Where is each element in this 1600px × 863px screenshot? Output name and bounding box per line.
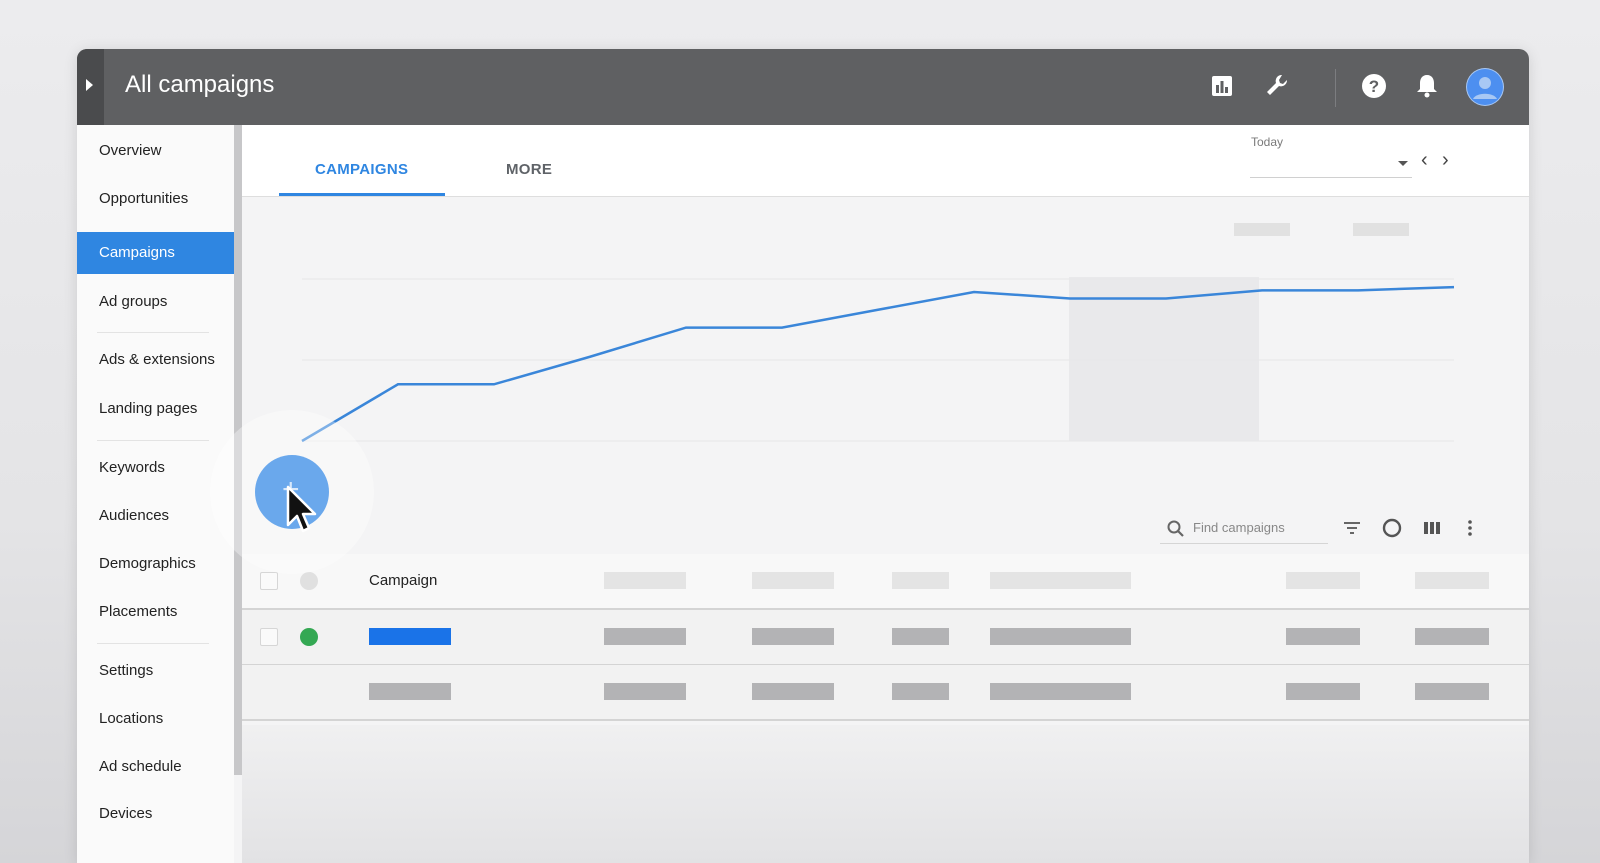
chart-series-line [301, 285, 1455, 443]
page-title: All campaigns [125, 71, 275, 98]
row-checkbox[interactable] [260, 628, 278, 646]
next-period-button[interactable]: › [1442, 149, 1449, 172]
column-header-placeholder[interactable] [1286, 572, 1360, 589]
performance-chart [242, 197, 1529, 547]
status-enabled-dot [300, 628, 318, 646]
tab-campaigns[interactable]: CAMPAIGNS [315, 161, 408, 178]
sidebar-item-demographics[interactable]: Demographics [77, 543, 236, 585]
sidebar-item-landing-pages[interactable]: Landing pages [77, 388, 236, 430]
table-cell [752, 683, 834, 700]
top-bar: All campaigns ? [77, 49, 1529, 125]
help-icon[interactable]: ? [1359, 71, 1389, 101]
columns-icon[interactable] [1419, 515, 1445, 541]
table-cell [1415, 683, 1489, 700]
sidebar-item-ad-groups[interactable]: Ad groups [77, 281, 236, 323]
status-header-dot [300, 572, 318, 590]
campaign-name-link[interactable] [369, 628, 451, 645]
search-icon [1167, 520, 1184, 537]
expand-arrow-icon [86, 79, 93, 91]
header-divider [1335, 69, 1336, 107]
tab-more[interactable]: MORE [506, 161, 552, 178]
table-cell [990, 683, 1131, 700]
sidebar-item-devices[interactable]: Devices [77, 793, 236, 835]
sidebar-item-ads-extensions[interactable]: Ads & extensions [77, 339, 236, 381]
sidebar-item-locations[interactable]: Locations [77, 698, 236, 740]
table-header-row: Campaign [242, 554, 1529, 610]
table-total-row [242, 665, 1529, 721]
user-icon [1467, 69, 1503, 105]
more-options-icon[interactable] [1457, 515, 1483, 541]
column-header-placeholder[interactable] [604, 572, 686, 589]
chart-highlight-band [1069, 277, 1259, 441]
table-cell [892, 683, 949, 700]
select-all-checkbox[interactable] [260, 572, 278, 590]
reports-icon[interactable] [1207, 71, 1237, 101]
sidebar-item-overview[interactable]: Overview [77, 130, 236, 172]
table-cell [604, 683, 686, 700]
sidebar-separator [97, 332, 209, 333]
previous-period-button[interactable]: ‹ [1421, 149, 1428, 172]
tools-wrench-icon[interactable] [1262, 71, 1292, 101]
tab-bar: CAMPAIGNS MORE Today ‹ › [242, 125, 1529, 197]
chart-metric-placeholder[interactable] [1353, 223, 1409, 236]
main-content: CAMPAIGNS MORE Today ‹ › Find campaigns … [242, 125, 1529, 863]
find-campaigns-search[interactable]: Find campaigns [1160, 513, 1328, 544]
expand-sidebar-button[interactable] [77, 49, 104, 125]
account-avatar[interactable] [1466, 68, 1504, 106]
notifications-bell-icon[interactable] [1412, 71, 1442, 101]
sidebar-item-campaigns[interactable]: Campaigns [77, 232, 236, 274]
column-header-placeholder[interactable] [892, 572, 949, 589]
table-cell [369, 683, 451, 700]
table-row[interactable] [242, 610, 1529, 666]
sidebar-item-keywords[interactable]: Keywords [77, 447, 236, 489]
chevron-down-icon [1398, 161, 1408, 166]
column-header-campaign[interactable]: Campaign [369, 572, 437, 589]
table-cell [990, 628, 1131, 645]
search-placeholder: Find campaigns [1193, 520, 1285, 535]
sidebar-separator [97, 440, 209, 441]
sidebar-item-opportunities[interactable]: Opportunities [77, 178, 236, 220]
table-cell [892, 628, 949, 645]
table-cell [1286, 628, 1360, 645]
table-cell [1415, 628, 1489, 645]
sidebar-scrollbar[interactable] [234, 125, 242, 775]
segment-icon[interactable] [1379, 515, 1405, 541]
sidebar-item-ad-schedule[interactable]: Ad schedule [77, 746, 236, 788]
sidebar-item-settings[interactable]: Settings [77, 650, 236, 692]
mouse-cursor-icon [286, 485, 317, 533]
sidebar-nav: Overview Opportunities Campaigns Ad grou… [77, 125, 242, 863]
column-header-placeholder[interactable] [990, 572, 1131, 589]
empty-area [242, 725, 1529, 863]
table-cell [752, 628, 834, 645]
date-range-label: Today [1251, 135, 1284, 149]
table-cell [604, 628, 686, 645]
sidebar-separator [97, 643, 209, 644]
sidebar-item-audiences[interactable]: Audiences [77, 495, 236, 537]
column-header-placeholder[interactable] [752, 572, 834, 589]
active-tab-indicator [279, 193, 445, 196]
column-header-placeholder[interactable] [1415, 572, 1489, 589]
sidebar-item-placements[interactable]: Placements [77, 591, 236, 633]
svg-text:?: ? [1369, 77, 1379, 96]
date-range-dropdown[interactable] [1250, 153, 1412, 178]
filter-icon[interactable] [1339, 515, 1365, 541]
chart-metric-placeholder[interactable] [1234, 223, 1290, 236]
chart-svg [301, 223, 1455, 443]
table-cell [1286, 683, 1360, 700]
